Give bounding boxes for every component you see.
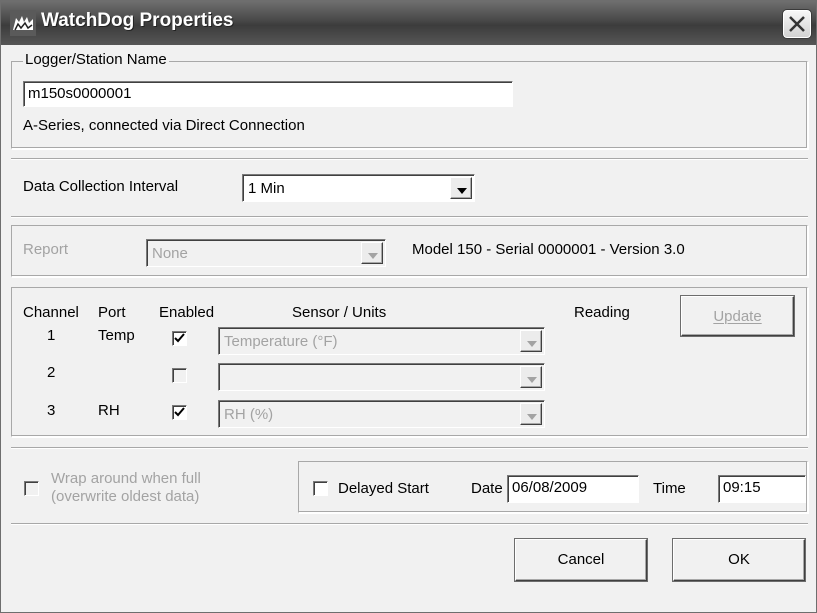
interval-select[interactable]: 1 Min [242, 174, 475, 202]
channel-port: Temp [98, 327, 135, 344]
close-icon [789, 16, 805, 32]
channel-number: 1 [47, 327, 56, 344]
separator [11, 523, 808, 525]
date-label: Date [471, 480, 503, 497]
channel-sensor-value: Temperature (°F) [224, 333, 338, 350]
chevron-down-icon[interactable] [450, 177, 472, 199]
delayed-start-checkbox[interactable] [313, 481, 328, 496]
channel-1-enabled-checkbox[interactable] [172, 331, 187, 346]
report-value: None [152, 245, 188, 262]
time-value: 09:15 [723, 479, 761, 496]
channel-3-enabled-checkbox[interactable] [172, 405, 187, 420]
separator [11, 447, 808, 449]
reading-header: Reading [574, 304, 630, 321]
delayed-start-label: Delayed Start [338, 480, 429, 497]
date-value: 06/08/2009 [512, 479, 588, 496]
cancel-button[interactable]: Cancel [515, 539, 647, 581]
watchdog-app-icon [10, 10, 36, 36]
update-button-label: Update [713, 308, 762, 325]
window-title: WatchDog Properties [41, 10, 234, 31]
chevron-down-icon[interactable] [361, 242, 383, 264]
port-header: Port [98, 304, 126, 321]
wrap-around-label-line2: (overwrite oldest data) [51, 488, 200, 505]
close-button[interactable] [783, 10, 811, 38]
connection-status-text: A-Series, connected via Direct Connectio… [23, 117, 305, 134]
report-select[interactable]: None [146, 239, 386, 267]
interval-value: 1 Min [248, 180, 285, 197]
chevron-down-icon[interactable] [520, 366, 542, 388]
station-name-value: m150s0000001 [28, 85, 132, 102]
ok-button[interactable]: OK [673, 539, 805, 581]
checkmark-icon [174, 407, 185, 417]
interval-label: Data Collection Interval [23, 178, 179, 195]
separator [11, 158, 808, 160]
wrap-around-checkbox[interactable] [24, 481, 39, 496]
channel-sensor-value: RH (%) [224, 406, 274, 423]
time-input[interactable]: 09:15 [718, 475, 806, 503]
channel-2-enabled-checkbox[interactable] [172, 368, 187, 383]
channel-number: 3 [47, 402, 56, 419]
watchdog-properties-dialog: WatchDog Properties Logger/Station Name … [0, 0, 817, 613]
checkmark-icon [174, 333, 185, 343]
channel-1-sensor-select[interactable]: Temperature (°F) [218, 327, 545, 355]
update-button[interactable]: Update [681, 296, 794, 336]
channel-number: 2 [47, 364, 56, 381]
date-input[interactable]: 06/08/2009 [507, 475, 639, 503]
station-name-input[interactable]: m150s0000001 [23, 81, 513, 107]
separator [11, 216, 808, 218]
model-info-text: Model 150 - Serial 0000001 - Version 3.0 [412, 241, 685, 258]
report-group-box [11, 225, 808, 277]
channel-3-sensor-select[interactable]: RH (%) [218, 400, 545, 428]
channel-header: Channel [23, 304, 79, 321]
chevron-down-icon[interactable] [520, 330, 542, 352]
chevron-down-icon[interactable] [520, 403, 542, 425]
sensor-units-header: Sensor / Units [292, 304, 387, 321]
channel-port: RH [98, 402, 120, 419]
enabled-header: Enabled [159, 304, 215, 321]
time-label: Time [653, 480, 686, 497]
title-bar[interactable]: WatchDog Properties [1, 1, 816, 45]
logger-group-label: Logger/Station Name [23, 51, 169, 68]
channel-2-sensor-select[interactable] [218, 363, 545, 391]
wrap-around-label: Wrap around when full (overwrite oldest … [51, 470, 201, 506]
wrap-around-label-line1: Wrap around when full [51, 470, 201, 487]
report-label: Report [23, 241, 69, 258]
